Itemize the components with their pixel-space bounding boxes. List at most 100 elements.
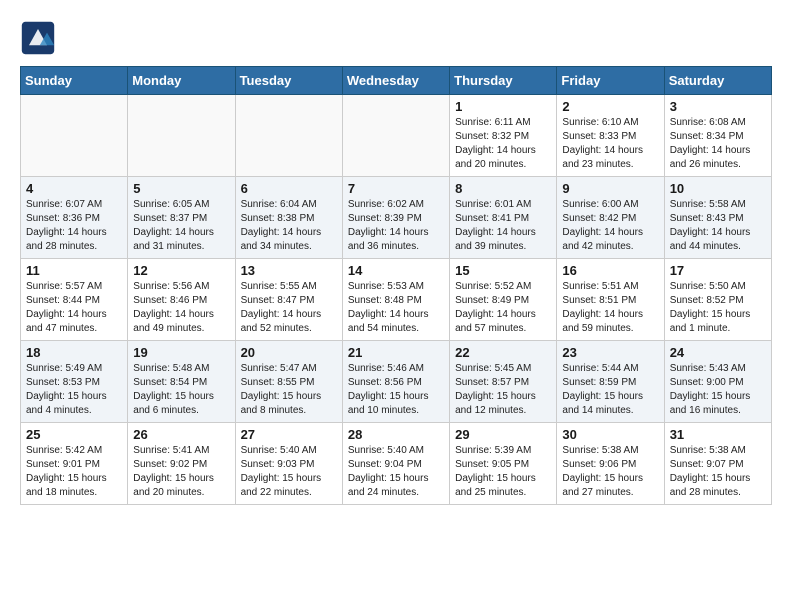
calendar-cell: 27 Sunrise: 5:40 AM Sunset: 9:03 PM Dayli… — [235, 423, 342, 505]
calendar-cell: 29 Sunrise: 5:39 AM Sunset: 9:05 PM Dayli… — [450, 423, 557, 505]
col-header-saturday: Saturday — [664, 67, 771, 95]
day-number: 27 — [241, 427, 337, 442]
calendar-week-row: 11Sunrise: 5:57 AM Sunset: 8:44 PM Dayli… — [21, 259, 772, 341]
day-info: Sunrise: 5:47 AM Sunset: 8:55 PM Dayligh… — [241, 362, 337, 418]
day-info: Sunrise: 6:10 AM Sunset: 8:33 PM Dayligh… — [562, 116, 658, 172]
day-number: 15 — [455, 263, 551, 278]
day-info: Sunrise: 5:43 AM Sunset: 9:00 PM Dayligh… — [670, 362, 766, 418]
day-info: Sunrise: 5:39 AM Sunset: 9:05 PM Dayligh… — [455, 444, 551, 500]
col-header-sunday: Sunday — [21, 67, 128, 95]
day-number: 19 — [133, 345, 229, 360]
day-info: Sunrise: 5:57 AM Sunset: 8:44 PM Dayligh… — [26, 280, 122, 336]
col-header-wednesday: Wednesday — [342, 67, 449, 95]
day-number: 17 — [670, 263, 766, 278]
day-info: Sunrise: 6:02 AM Sunset: 8:39 PM Dayligh… — [348, 198, 444, 254]
day-number: 12 — [133, 263, 229, 278]
col-header-friday: Friday — [557, 67, 664, 95]
day-info: Sunrise: 5:50 AM Sunset: 8:52 PM Dayligh… — [670, 280, 766, 336]
calendar-cell: 4 Sunrise: 6:07 AM Sunset: 8:36 PM Daylig… — [21, 177, 128, 259]
calendar-cell: 21 Sunrise: 5:46 AM Sunset: 8:56 PM Dayli… — [342, 341, 449, 423]
calendar-cell — [128, 95, 235, 177]
day-info: Sunrise: 5:40 AM Sunset: 9:04 PM Dayligh… — [348, 444, 444, 500]
day-info: Sunrise: 5:46 AM Sunset: 8:56 PM Dayligh… — [348, 362, 444, 418]
day-info: Sunrise: 6:01 AM Sunset: 8:41 PM Dayligh… — [455, 198, 551, 254]
logo — [20, 20, 62, 56]
calendar-cell: 31 Sunrise: 5:38 AM Sunset: 9:07 PM Dayli… — [664, 423, 771, 505]
day-info: Sunrise: 5:48 AM Sunset: 8:54 PM Dayligh… — [133, 362, 229, 418]
calendar-cell — [21, 95, 128, 177]
day-number: 7 — [348, 181, 444, 196]
calendar-cell: 30 Sunrise: 5:38 AM Sunset: 9:06 PM Dayli… — [557, 423, 664, 505]
calendar-week-row: 4 Sunrise: 6:07 AM Sunset: 8:36 PM Daylig… — [21, 177, 772, 259]
calendar-cell: 5Sunrise: 6:05 AM Sunset: 8:37 PM Daylig… — [128, 177, 235, 259]
calendar-cell: 6Sunrise: 6:04 AM Sunset: 8:38 PM Daylig… — [235, 177, 342, 259]
page-header — [20, 20, 772, 56]
day-info: Sunrise: 5:42 AM Sunset: 9:01 PM Dayligh… — [26, 444, 122, 500]
day-info: Sunrise: 5:55 AM Sunset: 8:47 PM Dayligh… — [241, 280, 337, 336]
calendar-cell: 23 Sunrise: 5:44 AM Sunset: 8:59 PM Dayli… — [557, 341, 664, 423]
logo-icon — [20, 20, 56, 56]
day-info: Sunrise: 6:00 AM Sunset: 8:42 PM Dayligh… — [562, 198, 658, 254]
day-number: 2 — [562, 99, 658, 114]
day-number: 29 — [455, 427, 551, 442]
calendar: SundayMondayTuesdayWednesdayThursdayFrid… — [20, 66, 772, 505]
calendar-cell: 7 Sunrise: 6:02 AM Sunset: 8:39 PM Daylig… — [342, 177, 449, 259]
day-number: 26 — [133, 427, 229, 442]
calendar-cell: 16 Sunrise: 5:51 AM Sunset: 8:51 PM Dayli… — [557, 259, 664, 341]
day-number: 31 — [670, 427, 766, 442]
day-info: Sunrise: 5:44 AM Sunset: 8:59 PM Dayligh… — [562, 362, 658, 418]
day-number: 28 — [348, 427, 444, 442]
calendar-cell: 1 Sunrise: 6:11 AM Sunset: 8:32 PM Daylig… — [450, 95, 557, 177]
calendar-cell: 10 Sunrise: 5:58 AM Sunset: 8:43 PM Dayli… — [664, 177, 771, 259]
calendar-cell: 26 Sunrise: 5:41 AM Sunset: 9:02 PM Dayli… — [128, 423, 235, 505]
day-number: 10 — [670, 181, 766, 196]
day-number: 18 — [26, 345, 122, 360]
day-info: Sunrise: 6:11 AM Sunset: 8:32 PM Dayligh… — [455, 116, 551, 172]
day-info: Sunrise: 5:53 AM Sunset: 8:48 PM Dayligh… — [348, 280, 444, 336]
day-number: 4 — [26, 181, 122, 196]
calendar-cell: 24 Sunrise: 5:43 AM Sunset: 9:00 PM Dayli… — [664, 341, 771, 423]
day-info: Sunrise: 5:40 AM Sunset: 9:03 PM Dayligh… — [241, 444, 337, 500]
day-number: 1 — [455, 99, 551, 114]
day-number: 23 — [562, 345, 658, 360]
day-number: 9 — [562, 181, 658, 196]
calendar-cell: 22 Sunrise: 5:45 AM Sunset: 8:57 PM Dayli… — [450, 341, 557, 423]
day-info: Sunrise: 5:56 AM Sunset: 8:46 PM Dayligh… — [133, 280, 229, 336]
day-number: 30 — [562, 427, 658, 442]
calendar-cell: 12 Sunrise: 5:56 AM Sunset: 8:46 PM Dayli… — [128, 259, 235, 341]
day-number: 20 — [241, 345, 337, 360]
calendar-cell: 3Sunrise: 6:08 AM Sunset: 8:34 PM Daylig… — [664, 95, 771, 177]
calendar-cell: 17 Sunrise: 5:50 AM Sunset: 8:52 PM Dayli… — [664, 259, 771, 341]
calendar-cell: 28 Sunrise: 5:40 AM Sunset: 9:04 PM Dayli… — [342, 423, 449, 505]
calendar-cell: 8 Sunrise: 6:01 AM Sunset: 8:41 PM Daylig… — [450, 177, 557, 259]
calendar-cell: 18 Sunrise: 5:49 AM Sunset: 8:53 PM Dayli… — [21, 341, 128, 423]
calendar-week-row: 25Sunrise: 5:42 AM Sunset: 9:01 PM Dayli… — [21, 423, 772, 505]
day-info: Sunrise: 5:51 AM Sunset: 8:51 PM Dayligh… — [562, 280, 658, 336]
day-info: Sunrise: 5:58 AM Sunset: 8:43 PM Dayligh… — [670, 198, 766, 254]
col-header-thursday: Thursday — [450, 67, 557, 95]
day-info: Sunrise: 6:04 AM Sunset: 8:38 PM Dayligh… — [241, 198, 337, 254]
day-info: Sunrise: 5:38 AM Sunset: 9:07 PM Dayligh… — [670, 444, 766, 500]
day-number: 24 — [670, 345, 766, 360]
day-info: Sunrise: 6:08 AM Sunset: 8:34 PM Dayligh… — [670, 116, 766, 172]
day-info: Sunrise: 6:07 AM Sunset: 8:36 PM Dayligh… — [26, 198, 122, 254]
calendar-cell — [235, 95, 342, 177]
day-info: Sunrise: 5:45 AM Sunset: 8:57 PM Dayligh… — [455, 362, 551, 418]
calendar-cell: 25Sunrise: 5:42 AM Sunset: 9:01 PM Dayli… — [21, 423, 128, 505]
day-info: Sunrise: 6:05 AM Sunset: 8:37 PM Dayligh… — [133, 198, 229, 254]
day-number: 21 — [348, 345, 444, 360]
calendar-cell: 20 Sunrise: 5:47 AM Sunset: 8:55 PM Dayli… — [235, 341, 342, 423]
calendar-week-row: 1 Sunrise: 6:11 AM Sunset: 8:32 PM Daylig… — [21, 95, 772, 177]
day-number: 8 — [455, 181, 551, 196]
day-info: Sunrise: 5:38 AM Sunset: 9:06 PM Dayligh… — [562, 444, 658, 500]
day-info: Sunrise: 5:41 AM Sunset: 9:02 PM Dayligh… — [133, 444, 229, 500]
col-header-tuesday: Tuesday — [235, 67, 342, 95]
day-number: 22 — [455, 345, 551, 360]
day-info: Sunrise: 5:49 AM Sunset: 8:53 PM Dayligh… — [26, 362, 122, 418]
day-info: Sunrise: 5:52 AM Sunset: 8:49 PM Dayligh… — [455, 280, 551, 336]
calendar-cell: 2 Sunrise: 6:10 AM Sunset: 8:33 PM Daylig… — [557, 95, 664, 177]
day-number: 13 — [241, 263, 337, 278]
calendar-week-row: 18 Sunrise: 5:49 AM Sunset: 8:53 PM Dayli… — [21, 341, 772, 423]
day-number: 16 — [562, 263, 658, 278]
calendar-cell: 11Sunrise: 5:57 AM Sunset: 8:44 PM Dayli… — [21, 259, 128, 341]
